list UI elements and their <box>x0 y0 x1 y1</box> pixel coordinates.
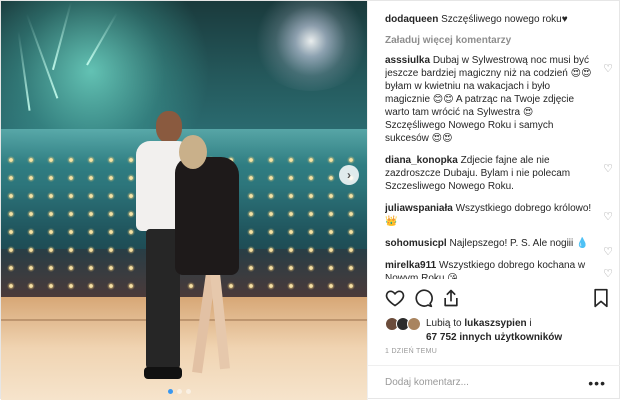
heart-icon <box>385 290 405 307</box>
post-caption: dodaqueen Szczęśliwego nowego roku♥ <box>385 13 610 26</box>
share-button[interactable] <box>441 288 461 308</box>
caption-author-link[interactable]: dodaqueen <box>385 14 438 25</box>
likes-count-link[interactable]: 67 752 innych użytkowników <box>426 332 562 343</box>
likes-connector: i <box>529 318 532 329</box>
comment-author-link[interactable]: asssiulka <box>385 55 430 66</box>
speech-bubble-icon <box>415 289 433 308</box>
chevron-right-icon: › <box>347 168 351 182</box>
post-photo[interactable]: › <box>1 1 367 400</box>
comment-author-link[interactable]: mirelka911 <box>385 260 436 271</box>
heart-outline-icon[interactable]: ♡ <box>603 246 613 259</box>
likes-summary: Lubią to lukaszsypien i 67 752 innych uż… <box>385 317 610 349</box>
firework-burst <box>251 1 367 91</box>
avatar <box>407 317 421 331</box>
comment-item: sohomusicpl Najlepszego! P. S. Ale nogii… <box>385 237 617 258</box>
share-icon <box>444 289 458 307</box>
like-button[interactable] <box>385 288 405 308</box>
add-comment-bar: ••• <box>368 365 620 400</box>
comment-item: mirelka911 Wszystkiego dobrego kochana w… <box>385 259 617 279</box>
heart-outline-icon[interactable]: ♡ <box>603 163 613 176</box>
carousel-dot-active <box>168 389 173 394</box>
comment-text: Dubaj w Sylwestrową noc musi być jeszcze… <box>385 55 592 144</box>
woman-figure <box>173 133 243 393</box>
comments-list: asssiulka Dubaj w Sylwestrową noc musi b… <box>385 54 617 279</box>
bookmark-icon <box>594 288 608 308</box>
carousel-dot <box>177 389 182 394</box>
post-details-panel: dodaqueen Szczęśliwego nowego roku♥ Zała… <box>367 1 620 400</box>
load-more-comments-link[interactable]: Załaduj więcej komentarzy <box>385 35 511 46</box>
add-comment-input[interactable] <box>385 377 585 388</box>
heart-outline-icon[interactable]: ♡ <box>603 63 613 76</box>
first-liker-link[interactable]: lukaszsypien <box>464 318 526 329</box>
comment-button[interactable] <box>413 288 433 308</box>
comment-author-link[interactable]: sohomusicpl <box>385 238 447 249</box>
instagram-post: › dodaqueen Szczęśliwego nowego roku♥ Za… <box>0 0 620 400</box>
heart-outline-icon[interactable]: ♡ <box>603 268 613 279</box>
likes-prefix: Lubią to <box>426 318 462 329</box>
comment-item: asssiulka Dubaj w Sylwestrową noc musi b… <box>385 54 617 145</box>
liker-avatars[interactable] <box>385 317 421 331</box>
comment-author-link[interactable]: diana_konopka <box>385 155 458 166</box>
comment-text: Najlepszego! P. S. Ale nogiii 💧 <box>449 238 589 249</box>
comment-item: juliawspaniała Wszystkiego dobrego królo… <box>385 202 617 228</box>
caption-heart-emoji: ♥ <box>561 14 568 25</box>
likes-text: Lubią to lukaszsypien i 67 752 innych uż… <box>426 317 616 345</box>
comment-item: diana_konopka Zdjecie fajne ale nie zazd… <box>385 154 617 193</box>
heart-outline-icon[interactable]: ♡ <box>603 211 613 224</box>
comment-author-link[interactable]: juliawspaniała <box>385 203 453 214</box>
next-photo-button[interactable]: › <box>339 165 359 185</box>
save-button[interactable] <box>591 288 611 308</box>
post-timestamp[interactable]: 1 DZIEŃ TEMU <box>385 348 437 355</box>
caption-text: Szczęśliwego nowego roku <box>441 14 562 25</box>
post-actions-bar <box>385 288 610 310</box>
carousel-dot <box>186 389 191 394</box>
carousel-dots <box>168 389 191 394</box>
more-options-icon[interactable]: ••• <box>588 375 606 391</box>
